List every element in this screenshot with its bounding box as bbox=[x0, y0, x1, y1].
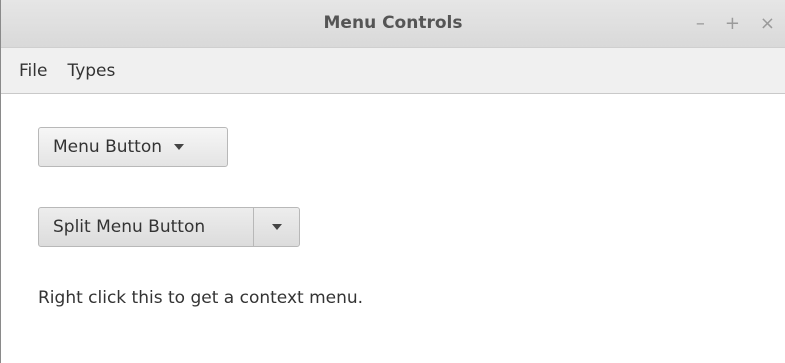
window-controls: – + × bbox=[696, 12, 775, 36]
minimize-button[interactable]: – bbox=[696, 12, 705, 36]
app-window: Menu Controls – + × File Types Menu Butt… bbox=[0, 0, 785, 363]
menu-types[interactable]: Types bbox=[57, 57, 125, 85]
menu-file[interactable]: File bbox=[9, 57, 57, 85]
content-area[interactable]: Menu Button Split Menu Button Right clic… bbox=[1, 94, 785, 363]
split-menu-button: Split Menu Button bbox=[38, 207, 300, 247]
split-menu-button-arrow[interactable] bbox=[254, 208, 299, 246]
chevron-down-icon bbox=[174, 144, 185, 150]
maximize-button[interactable]: + bbox=[725, 12, 740, 36]
chevron-down-icon bbox=[271, 224, 282, 230]
close-button[interactable]: × bbox=[760, 12, 775, 36]
context-menu-label[interactable]: Right click this to get a context menu. bbox=[38, 288, 363, 308]
split-menu-button-label: Split Menu Button bbox=[53, 217, 206, 237]
menu-button-label: Menu Button bbox=[53, 137, 163, 157]
menu-bar: File Types bbox=[1, 48, 785, 94]
title-bar: Menu Controls – + × bbox=[1, 0, 785, 48]
split-menu-button-main[interactable]: Split Menu Button bbox=[39, 208, 254, 246]
window-title: Menu Controls bbox=[323, 13, 463, 33]
menu-button[interactable]: Menu Button bbox=[38, 127, 228, 167]
